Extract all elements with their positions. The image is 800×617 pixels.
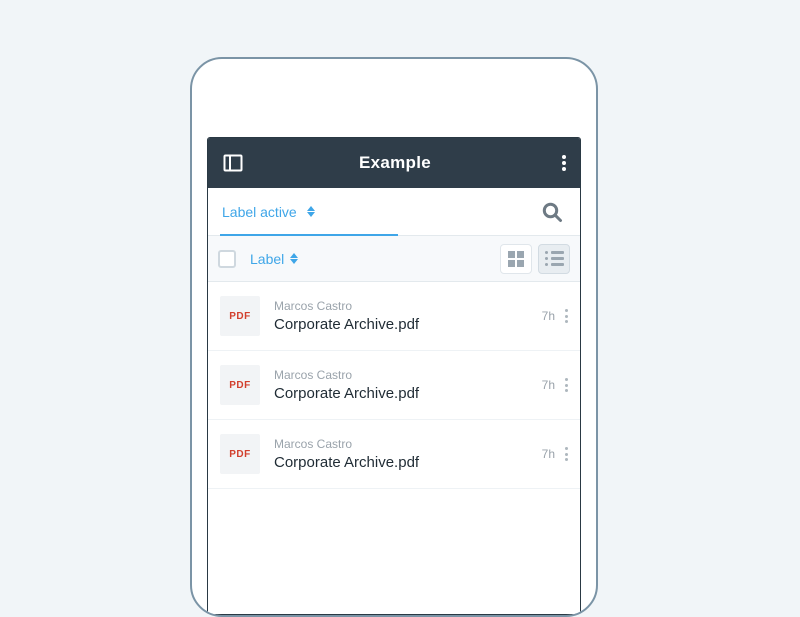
file-info: Marcos Castro Corporate Archive.pdf: [274, 299, 528, 333]
active-tab-indicator: [220, 234, 398, 236]
file-author: Marcos Castro: [274, 368, 528, 382]
file-name: Corporate Archive.pdf: [274, 316, 528, 333]
list-header: Label: [208, 236, 580, 282]
file-meta: 7h: [542, 447, 568, 461]
active-filter-label: Label active: [222, 204, 297, 220]
page-title: Example: [240, 153, 550, 173]
file-time: 7h: [542, 378, 555, 392]
file-overflow-menu-icon[interactable]: [565, 309, 568, 323]
file-name: Corporate Archive.pdf: [274, 454, 528, 471]
file-time: 7h: [542, 447, 555, 461]
file-author: Marcos Castro: [274, 437, 528, 451]
sort-arrows-icon: [307, 206, 315, 217]
view-mode-toggle: [500, 244, 570, 274]
list-view-button[interactable]: [538, 244, 570, 274]
file-overflow-menu-icon[interactable]: [565, 378, 568, 392]
list-icon: [545, 251, 564, 266]
select-all-checkbox[interactable]: [218, 250, 236, 268]
search-icon: [540, 200, 564, 224]
file-time: 7h: [542, 309, 555, 323]
file-row[interactable]: PDF Marcos Castro Corporate Archive.pdf …: [208, 351, 580, 420]
device-frame: Example Label active Label: [190, 57, 598, 617]
pdf-file-icon: PDF: [220, 365, 260, 405]
search-button[interactable]: [538, 198, 566, 226]
app-bar: Example: [208, 138, 580, 188]
file-row[interactable]: PDF Marcos Castro Corporate Archive.pdf …: [208, 420, 580, 489]
sort-column-label[interactable]: Label: [250, 251, 298, 267]
file-list: PDF Marcos Castro Corporate Archive.pdf …: [208, 282, 580, 614]
file-overflow-menu-icon[interactable]: [565, 447, 568, 461]
file-row[interactable]: PDF Marcos Castro Corporate Archive.pdf …: [208, 282, 580, 351]
pdf-file-icon: PDF: [220, 296, 260, 336]
file-meta: 7h: [542, 378, 568, 392]
pdf-file-icon: PDF: [220, 434, 260, 474]
file-info: Marcos Castro Corporate Archive.pdf: [274, 368, 528, 402]
grid-icon: [508, 251, 524, 267]
active-filter-dropdown[interactable]: Label active: [222, 188, 390, 235]
app-screen: Example Label active Label: [207, 137, 581, 615]
file-info: Marcos Castro Corporate Archive.pdf: [274, 437, 528, 471]
grid-view-button[interactable]: [500, 244, 532, 274]
file-meta: 7h: [542, 309, 568, 323]
sort-arrows-icon: [290, 253, 298, 264]
overflow-menu-icon[interactable]: [562, 155, 566, 171]
file-name: Corporate Archive.pdf: [274, 385, 528, 402]
filter-bar: Label active: [208, 188, 580, 236]
file-author: Marcos Castro: [274, 299, 528, 313]
